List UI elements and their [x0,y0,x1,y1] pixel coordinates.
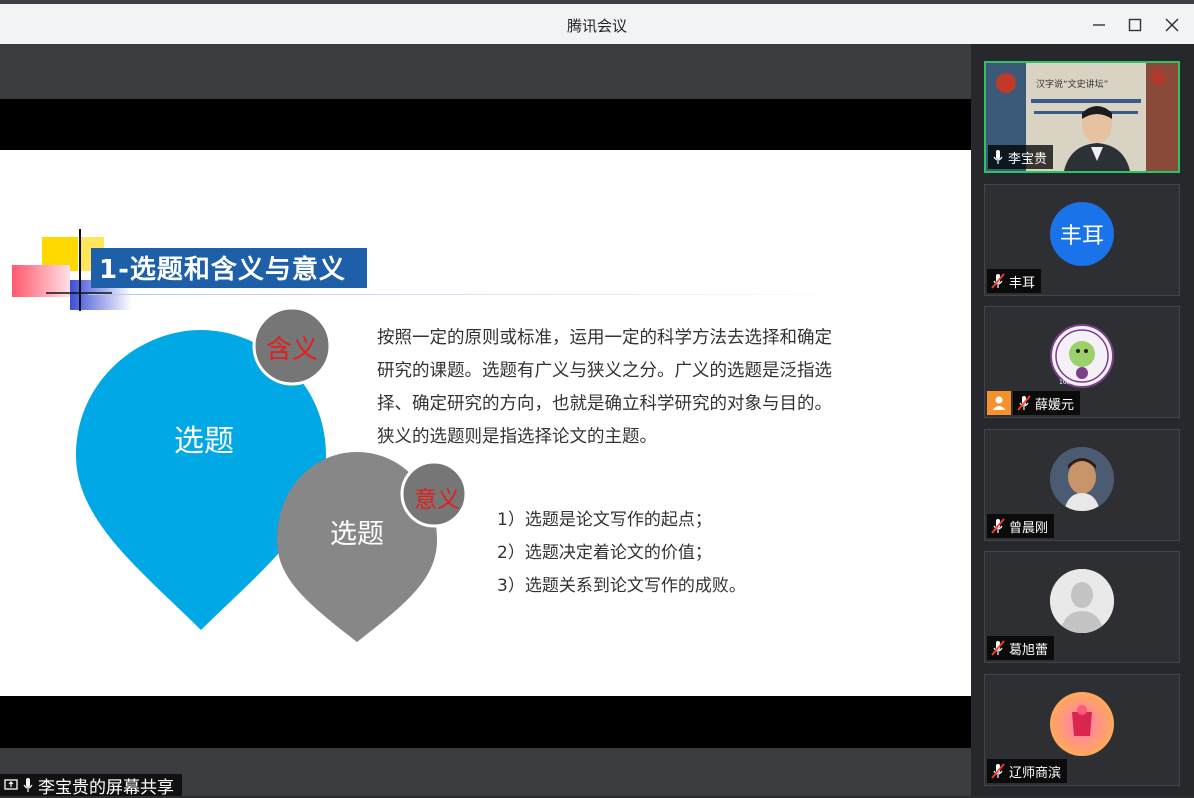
presentation-slide: 1-选题和含义与意义 选题 选题 含义 意义 按照一定的原则或标准，运用一定的科… [0,150,971,696]
definition-paragraph: 按照一定的原则或标准，运用一定的科学方法去选择和确定研究的课题。选题有广义与狭义… [377,328,832,447]
avatar [1050,447,1114,511]
default-user-icon [1050,569,1114,633]
minimize-icon [1093,24,1105,26]
university-logo-icon [1055,329,1109,383]
participant-tile[interactable]: 100 薛媛元 [984,306,1180,418]
participant-tile-active-speaker[interactable]: 汉字说“文史讲坛” 李宝贵 [984,61,1180,173]
avatar [1050,692,1114,756]
user-icon [987,391,1011,415]
screen-share-label: 李宝贵的屏幕共享 [0,774,182,798]
mic-muted-icon [991,518,1005,534]
participant-tile[interactable]: 曾晨刚 [984,429,1180,541]
participant-name: 丰耳 [1009,275,1036,291]
list-item: 3）选题关系到论文写作的成败。 [497,576,746,596]
avatar: 丰耳 [1050,202,1114,266]
participant-tile[interactable]: 辽师商滨 [984,674,1180,786]
mic-on-icon [23,778,33,792]
share-screen-icon [4,779,18,790]
profile-photo [1050,692,1114,756]
participant-name: 薛媛元 [1035,397,1075,413]
mic-muted-icon [991,640,1005,656]
close-button[interactable] [1159,12,1185,38]
significance-list: 1）选题是论文写作的起点； 2）选题决定着论文的价值； 3）选题关系到论文写作的… [497,504,746,603]
maximize-icon [1128,18,1142,32]
participant-namebar: 李宝贵 [988,145,1054,169]
participant-namebar: 薛媛元 [1013,391,1081,415]
list-item: 2）选题决定着论文的价值； [497,543,712,563]
mic-muted-icon [1017,395,1031,411]
letterbox-top [0,99,971,150]
avatar [1050,569,1114,633]
significance-circle-label: 意义 [414,487,460,513]
participant-name: 葛旭蕾 [1009,642,1049,658]
meaning-circle-label: 含义 [266,335,319,365]
list-item: 1）选题是论文写作的起点； [497,510,712,530]
letterbox-bottom [0,696,971,748]
mic-muted-icon [991,273,1005,289]
participant-name: 辽师商滨 [1009,765,1062,781]
window-titlebar: 腾讯会议 [0,4,1194,44]
window-title: 腾讯会议 [566,17,627,35]
participant-tile[interactable]: 葛旭蕾 [984,551,1180,663]
participant-namebar: 葛旭蕾 [987,636,1055,660]
mic-muted-icon [991,763,1005,779]
participant-namebar: 丰耳 [987,269,1042,293]
close-icon [1165,18,1179,32]
participant-namebar: 辽师商滨 [987,759,1068,783]
profile-photo [1050,447,1114,511]
minimize-button[interactable] [1086,12,1112,38]
avatar-badge: 100 [1059,379,1071,386]
participant-tile[interactable]: 丰耳 丰耳 [984,184,1180,296]
participant-namebar: 曾晨刚 [987,514,1055,538]
blue-drop-label: 选题 [174,424,234,459]
banner-text: 汉字说“文史讲坛” [1036,80,1109,90]
mic-on-icon [993,150,1003,164]
maximize-button[interactable] [1122,12,1148,38]
share-owner-text: 李宝贵的屏幕共享 [38,777,174,798]
gray-drop-label: 选题 [330,519,384,550]
participant-name: 李宝贵 [1008,151,1048,167]
participant-name: 曾晨刚 [1009,520,1049,536]
